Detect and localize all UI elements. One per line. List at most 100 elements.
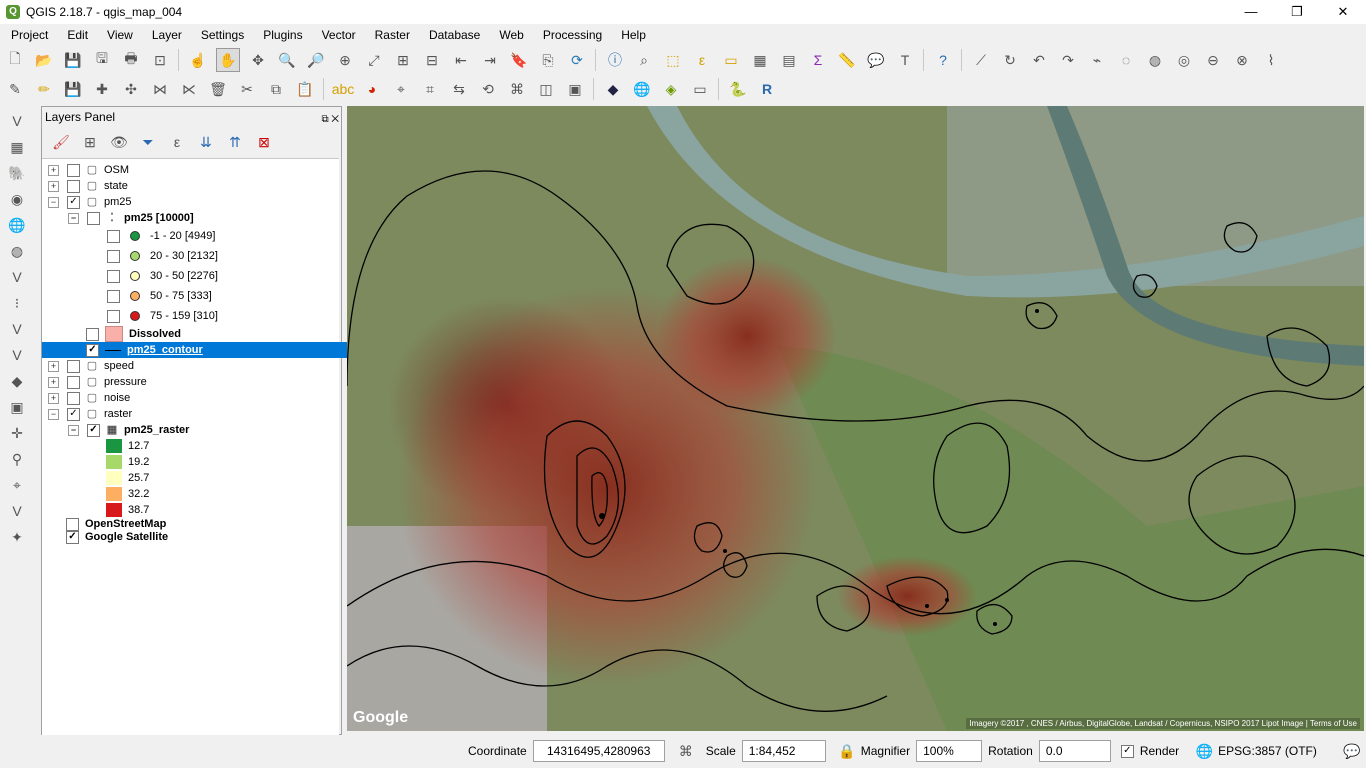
layer-item[interactable]: + ▢ noise <box>42 390 345 406</box>
vector-layer-icon[interactable]: V <box>6 500 28 522</box>
field-calculator-icon[interactable]: ▤ <box>778 49 800 71</box>
new-project-icon[interactable]: 🗋 <box>4 49 26 71</box>
open-project-icon[interactable]: 📂 <box>33 49 55 71</box>
new-spatialite-icon[interactable]: ◆ <box>6 370 28 392</box>
crs-label[interactable]: EPSG:3857 (OTF) <box>1218 744 1317 758</box>
gps-tools-icon[interactable]: ✛ <box>6 422 28 444</box>
collapse-icon[interactable]: − <box>68 424 79 436</box>
advanced-digitize-icon[interactable]: ⟋ <box>970 49 992 71</box>
add-wms-layer-icon[interactable]: 🌐 <box>6 214 28 236</box>
add-group-icon[interactable]: ⊞ <box>79 131 101 153</box>
delete-ring-icon[interactable]: ⊖ <box>1202 49 1224 71</box>
close-panel-icon[interactable]: ✕ <box>331 114 339 125</box>
attribute-table-icon[interactable]: ▦ <box>749 49 771 71</box>
add-part-icon[interactable]: ◍ <box>1144 49 1166 71</box>
zoom-native-icon[interactable]: ⊕ <box>334 49 356 71</box>
georeferencer-icon[interactable]: ⚲ <box>6 448 28 470</box>
layer-item-selected[interactable]: ✓ pm25_contour <box>42 342 383 358</box>
add-delimited-text-icon[interactable]: ⁝ <box>6 292 28 314</box>
legend-checkbox[interactable] <box>107 289 120 303</box>
expand-all-icon[interactable]: ⇊ <box>195 131 217 153</box>
close-button[interactable]: ✕ <box>1320 0 1366 24</box>
render-checkbox[interactable]: ✓ <box>1120 744 1134 758</box>
map-tips-icon[interactable]: ⌕ <box>633 49 655 71</box>
rotate-label-icon[interactable]: ⟲ <box>477 78 499 100</box>
map-attribution[interactable]: Imagery ©2017 , CNES / Airbus, DigitalGl… <box>966 718 1360 729</box>
pan-to-selection-icon[interactable]: ✥ <box>247 49 269 71</box>
statistics-icon[interactable]: Σ <box>807 49 829 71</box>
copy-features-icon[interactable]: ⧉ <box>265 78 287 100</box>
add-spatialite-layer-icon[interactable]: ◉ <box>6 188 28 210</box>
text-annotation-icon[interactable]: T <box>894 49 916 71</box>
metasearch-icon[interactable]: 🌐 <box>631 78 653 100</box>
fill-ring-icon[interactable]: ◎ <box>1173 49 1195 71</box>
redo-icon[interactable]: ↷ <box>1057 49 1079 71</box>
layer-item[interactable]: − ✓ ▢ raster <box>42 406 345 422</box>
layer-checkbox[interactable] <box>87 211 100 225</box>
layer-item[interactable]: + ▢ state <box>42 178 345 194</box>
move-label-icon[interactable]: ⇆ <box>448 78 470 100</box>
satellite-map[interactable] <box>347 106 1364 731</box>
coordinate-field[interactable]: 14316495,4280963 <box>532 740 665 762</box>
geoprocessing-icon[interactable]: ✦ <box>6 526 28 548</box>
zoom-out-icon[interactable]: 🔎 <box>305 49 327 71</box>
layer-checkbox[interactable]: ✓ <box>86 343 99 357</box>
layer-item[interactable]: − ⁚ pm25 [10000] <box>42 210 365 226</box>
layer-item[interactable]: + ▢ speed <box>42 358 345 374</box>
show-hide-labels-icon[interactable]: ◫ <box>535 78 557 100</box>
layer-item[interactable]: − ✓ ▢ pm25 <box>42 194 345 210</box>
add-vector-layer-icon[interactable]: V <box>6 110 28 132</box>
rotation-spinbox[interactable]: 0.0 <box>1038 740 1111 762</box>
legend-checkbox[interactable] <box>107 249 120 263</box>
filter-legend-icon[interactable]: ⏷ <box>137 131 159 153</box>
collapse-all-icon[interactable]: ⇈ <box>224 131 246 153</box>
layer-checkbox[interactable]: ✓ <box>87 423 100 437</box>
identify-icon[interactable]: ⓘ <box>604 49 626 71</box>
layer-checkbox[interactable] <box>67 179 80 193</box>
menu-layer[interactable]: Layer <box>141 28 190 42</box>
new-geopackage-icon[interactable]: ▣ <box>6 396 28 418</box>
cut-features-icon[interactable]: ✂ <box>236 78 258 100</box>
deselect-icon[interactable]: ▭ <box>720 49 742 71</box>
menu-vector[interactable]: Vector <box>311 28 364 42</box>
collapse-icon[interactable]: − <box>68 212 79 224</box>
zoom-last-icon[interactable]: ⇤ <box>450 49 472 71</box>
help-icon[interactable]: ? <box>932 49 954 71</box>
menu-database[interactable]: Database <box>418 28 488 42</box>
save-as-icon[interactable]: 🖫 <box>91 49 113 71</box>
node-tool-icon[interactable]: ⋈ <box>149 78 171 100</box>
menu-web[interactable]: Web <box>488 28 531 42</box>
new-bookmark-icon[interactable]: ⎘ <box>537 49 559 71</box>
layer-item[interactable]: − ✓ ▦ pm25_raster <box>42 422 365 438</box>
diagram-icon[interactable]: ◕ <box>361 78 383 100</box>
reshape-icon[interactable]: ⌇ <box>1260 49 1282 71</box>
annotation-icon[interactable]: 💬 <box>865 49 887 71</box>
magnifier-spinbox[interactable]: 100% <box>916 740 983 762</box>
layer-checkbox[interactable] <box>67 163 80 177</box>
layer-item[interactable]: ✓ Google Satellite <box>42 529 363 545</box>
add-raster-layer-icon[interactable]: ▦ <box>6 136 28 158</box>
expand-icon[interactable]: + <box>48 360 59 372</box>
layer-checkbox[interactable] <box>86 327 99 341</box>
layer-checkbox[interactable]: ✓ <box>66 530 79 544</box>
layer-item[interactable]: + ▢ pressure <box>42 374 345 390</box>
save-edits-icon[interactable]: 💾 <box>62 78 84 100</box>
pin-labels-icon[interactable]: ⌖ <box>390 78 412 100</box>
legend-checkbox[interactable] <box>107 229 120 243</box>
menu-view[interactable]: View <box>96 28 141 42</box>
touch-zoom-icon[interactable]: ☝ <box>187 49 209 71</box>
db-manager-icon[interactable]: ◆ <box>602 78 624 100</box>
messages-icon[interactable]: 💬 <box>1341 740 1363 762</box>
menu-help[interactable]: Help <box>610 28 654 42</box>
expand-icon[interactable]: + <box>48 376 59 388</box>
expand-icon[interactable]: + <box>48 392 59 404</box>
python-console-icon[interactable]: 🐍 <box>727 78 749 100</box>
manage-visibility-icon[interactable]: 👁 <box>108 131 130 153</box>
zoom-selection-icon[interactable]: ⊞ <box>392 49 414 71</box>
legend-checkbox[interactable] <box>107 309 120 323</box>
openlayers-icon[interactable]: ◈ <box>660 78 682 100</box>
layer-checkbox[interactable] <box>67 391 80 405</box>
r-gis-icon[interactable]: R <box>756 78 778 100</box>
menu-raster[interactable]: Raster <box>364 28 418 42</box>
add-feature-icon[interactable]: ✚ <box>91 78 113 100</box>
